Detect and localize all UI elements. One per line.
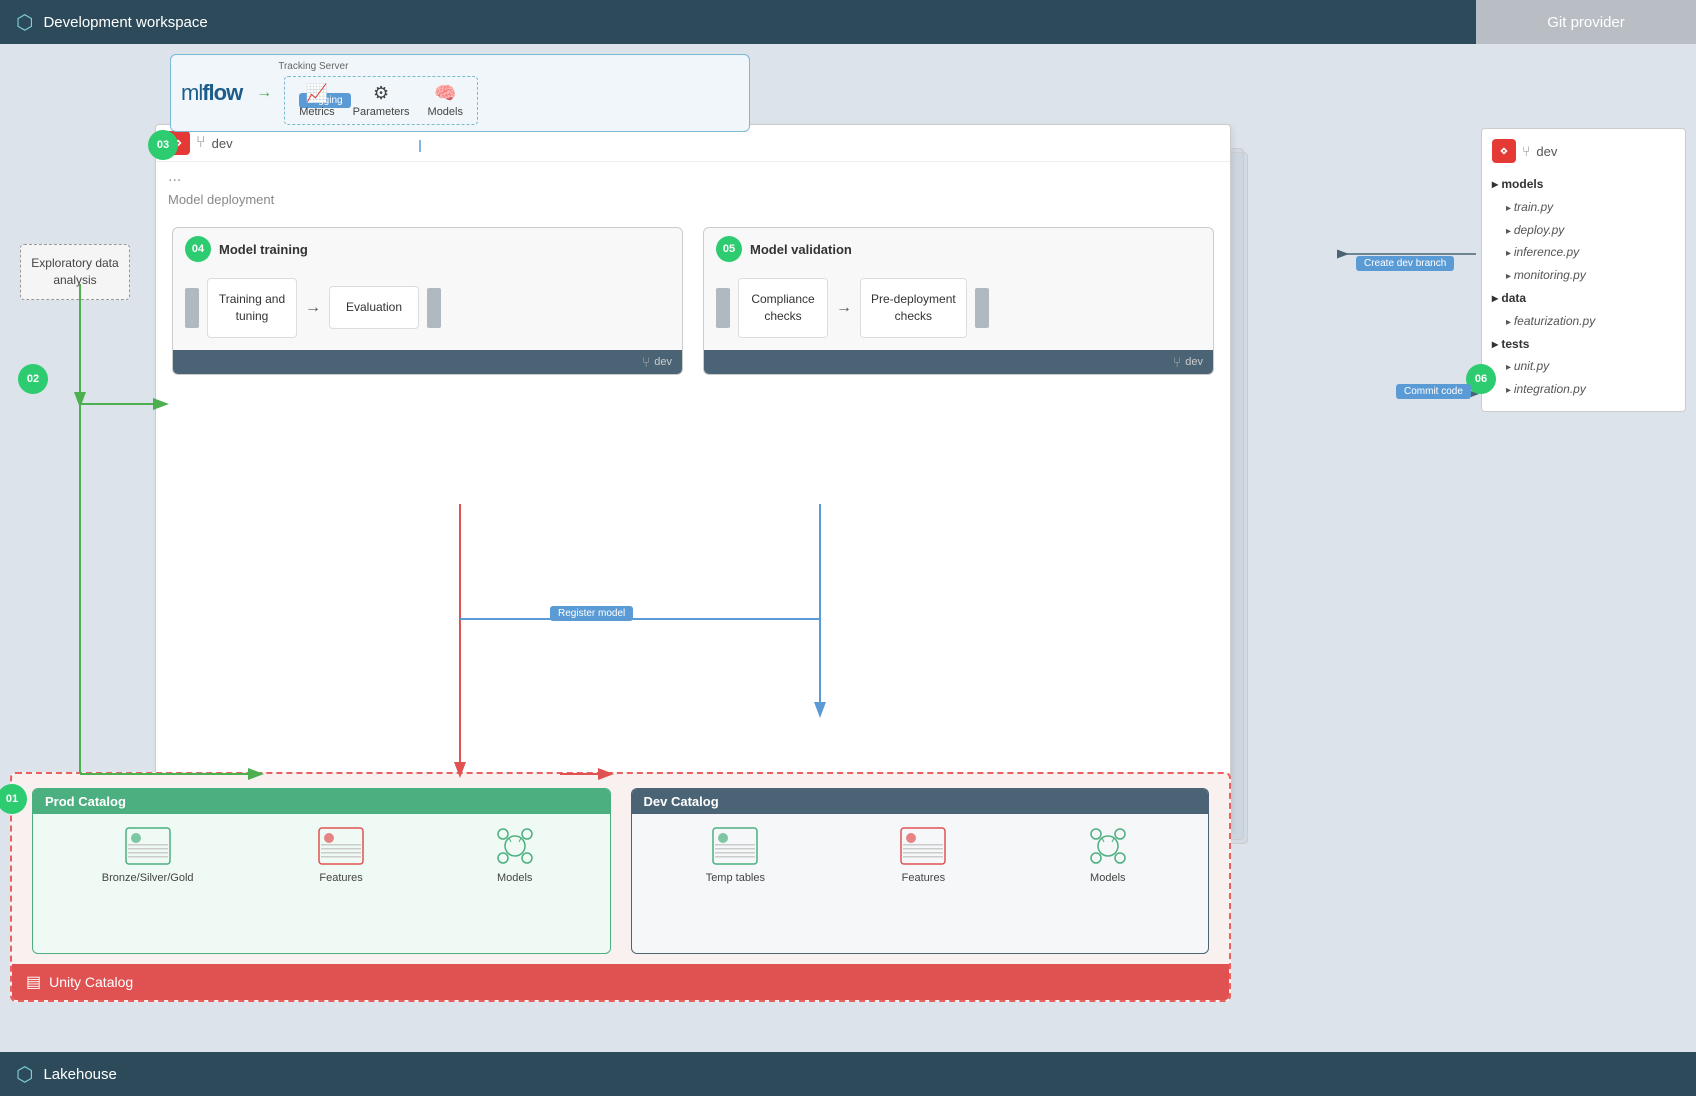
unity-catalog-icon: ▤ <box>26 972 41 992</box>
model-validation-header: 05 Model validation <box>704 228 1213 270</box>
footer-title: Lakehouse <box>43 1066 116 1083</box>
tracking-metrics: 📈 Metrics <box>299 83 334 118</box>
prod-bsg-icon <box>122 824 174 868</box>
prod-catalog: Prod Catalog <box>32 788 611 954</box>
model-training-footer: ⑂ dev <box>173 350 682 374</box>
step-01-circle: 01 <box>0 784 27 814</box>
mlflow-logo: mlflow <box>181 80 242 106</box>
tracking-parameters: ⚙ Parameters <box>353 83 410 118</box>
training-tuning-box: Training andtuning <box>207 278 297 338</box>
tracking-title: Tracking Server <box>278 61 478 72</box>
unity-catalog-area: 01 Prod Catalog <box>10 772 1231 1002</box>
compliance-box: Compliancechecks <box>738 278 828 338</box>
prod-catalog-items: Bronze/Silver/Gold <box>33 814 610 894</box>
validation-right-bar <box>975 288 989 328</box>
main-area: mlflow Logging → Tracking Server 📈 Metri… <box>0 44 1696 1052</box>
eda-box: Exploratory data analysis <box>20 244 130 300</box>
git-folder-tests: ▸ tests <box>1492 333 1675 356</box>
evaluation-box: Evaluation <box>329 286 419 329</box>
git-panel-box: ⋄ ⑂ dev ▸ models train.py deploy.py infe… <box>1481 128 1686 412</box>
prod-models: Models <box>489 824 541 884</box>
git-provider-label: Git provider <box>1476 0 1696 44</box>
dev-temp-tables: Temp tables <box>706 824 765 884</box>
training-right-bar <box>427 288 441 328</box>
git-file-featurization: featurization.py <box>1492 310 1675 333</box>
unity-catalog-bar: ▤ Unity Catalog <box>12 964 1229 1000</box>
dev-features: Features <box>897 824 949 884</box>
step-05-circle: 05 <box>716 236 742 262</box>
top-header: ⬡ Development workspace Git provider <box>0 0 1696 44</box>
dev-temp-icon <box>709 824 761 868</box>
prod-catalog-header: Prod Catalog <box>33 789 610 814</box>
dev-models-icon <box>1082 824 1134 868</box>
model-training-header: 04 Model training <box>173 228 682 270</box>
training-branch-label: dev <box>654 356 672 368</box>
prod-models-icon <box>489 824 541 868</box>
workspace-title: Development workspace <box>43 14 207 31</box>
branch-name: dev <box>212 136 233 151</box>
validation-left-bar <box>716 288 730 328</box>
model-validation-section: 05 Model validation Compliancechecks → P… <box>703 227 1214 375</box>
commit-code-badge: Commit code <box>1396 384 1471 399</box>
tracking-box: 📈 Metrics ⚙ Parameters 🧠 Models <box>284 76 478 125</box>
validation-branch-label: dev <box>1185 356 1203 368</box>
unity-catalog-label: Unity Catalog <box>49 974 133 990</box>
create-dev-branch-badge: Create dev branch <box>1356 256 1454 271</box>
prod-features: Features <box>315 824 367 884</box>
model-boxes: 04 Model training Training andtuning → E… <box>156 217 1230 385</box>
register-model-badge: Register model <box>550 606 633 621</box>
step-03-circle: 03 <box>148 130 178 160</box>
model-training-body: Training andtuning → Evaluation <box>173 270 682 350</box>
git-file-deploy: deploy.py <box>1492 219 1675 242</box>
tracking-models: 🧠 Models <box>428 83 463 118</box>
model-training-title: Model training <box>219 242 308 257</box>
model-validation-footer: ⑂ dev <box>704 350 1213 374</box>
dev-branch-main: ⋄ ⑂ dev ... Model deployment 04 Model tr… <box>155 124 1231 832</box>
prod-features-icon <box>315 824 367 868</box>
step-04-circle: 04 <box>185 236 211 262</box>
git-file-integration: integration.py <box>1492 378 1675 401</box>
git-file-inference: inference.py <box>1492 241 1675 264</box>
git-folder-models: ▸ models <box>1492 173 1675 196</box>
lakehouse-icon: ⬡ <box>16 10 33 35</box>
model-validation-body: Compliancechecks → Pre-deploymentchecks <box>704 270 1213 350</box>
pre-deployment-box: Pre-deploymentchecks <box>860 278 967 338</box>
bottom-footer: ⬡ Lakehouse <box>0 1052 1696 1096</box>
git-folder-data: ▸ data <box>1492 287 1675 310</box>
dev-features-icon <box>897 824 949 868</box>
git-file-unit: unit.py <box>1492 355 1675 378</box>
git-panel: Create dev branch 06 Commit code ⋄ ⑂ dev… <box>1476 44 1696 1052</box>
dots-label: ... <box>156 162 1230 192</box>
dev-workspace: mlflow Logging → Tracking Server 📈 Metri… <box>0 44 1476 1052</box>
mlflow-bar: mlflow Logging → Tracking Server 📈 Metri… <box>170 54 750 132</box>
step-02-circle: 02 <box>18 364 48 394</box>
model-validation-title: Model validation <box>750 242 852 257</box>
footer-icon: ⬡ <box>16 1062 33 1087</box>
eda-text: Exploratory data analysis <box>31 256 118 287</box>
catalog-content: 01 Prod Catalog <box>12 774 1229 964</box>
validation-arrow: → <box>836 299 852 317</box>
training-left-bar <box>185 288 199 328</box>
prod-bronze-silver-gold: Bronze/Silver/Gold <box>102 824 194 884</box>
git-panel-icon: ⋄ <box>1492 139 1516 163</box>
model-training-section: 04 Model training Training andtuning → E… <box>172 227 683 375</box>
git-file-train: train.py <box>1492 196 1675 219</box>
training-arrow: → <box>305 299 321 317</box>
git-panel-header: ⋄ ⑂ dev <box>1492 139 1675 163</box>
mlflow-arrow: → <box>256 84 272 102</box>
dev-catalog-header: Dev Catalog <box>632 789 1209 814</box>
model-deploy-label: Model deployment <box>156 192 1230 213</box>
git-file-tree: ▸ models train.py deploy.py inference.py… <box>1492 173 1675 401</box>
dev-catalog: Dev Catalog <box>631 788 1210 954</box>
dev-catalog-items: Temp tables <box>632 814 1209 894</box>
git-file-monitoring: monitoring.py <box>1492 264 1675 287</box>
git-panel-branch: dev <box>1536 144 1557 159</box>
dev-models: Models <box>1082 824 1134 884</box>
